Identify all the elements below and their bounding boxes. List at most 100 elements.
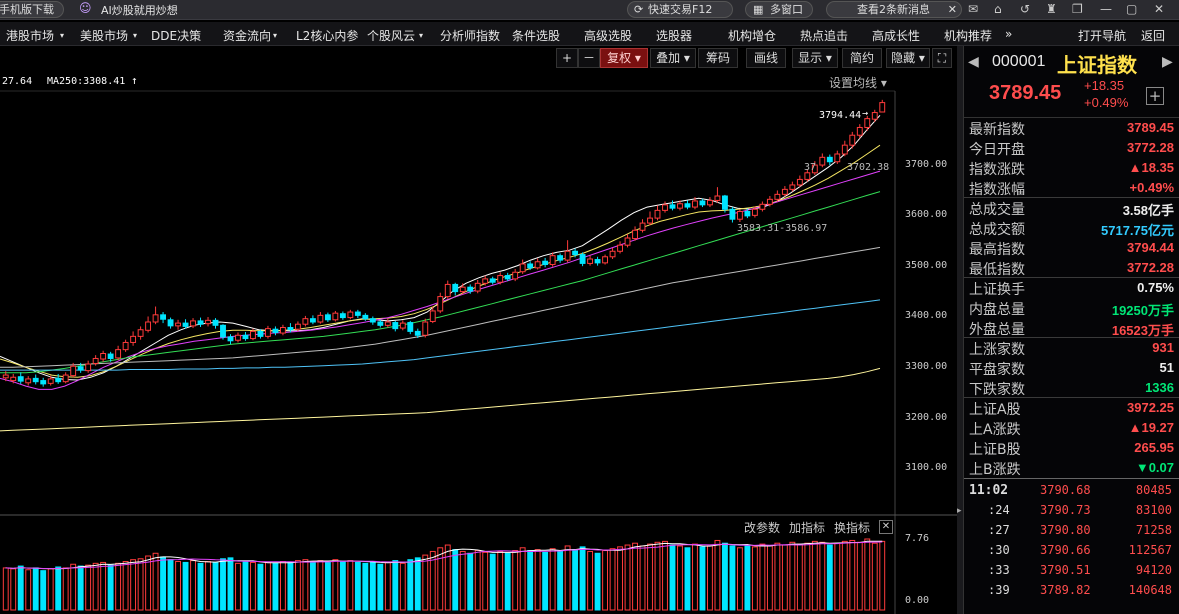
candle-down[interactable] (557, 255, 564, 261)
candle-down[interactable] (182, 322, 189, 327)
menu-open-nav[interactable]: 打开导航 (1078, 27, 1126, 44)
candle-down[interactable] (504, 275, 511, 280)
switch-indicator-button[interactable]: 换指标 (834, 519, 870, 536)
candle-up[interactable] (10, 376, 17, 382)
candle-up[interactable] (85, 363, 92, 372)
candle-down[interactable] (489, 278, 496, 283)
candle-up[interactable] (137, 329, 144, 337)
candle-up[interactable] (47, 378, 54, 384)
candle-down[interactable] (17, 376, 24, 382)
candle-up[interactable] (175, 322, 181, 327)
candle-up[interactable] (2, 374, 9, 379)
candle-up[interactable] (265, 328, 271, 337)
candle-up[interactable] (766, 198, 773, 205)
home-icon[interactable]: ⌂ (994, 2, 1002, 17)
menu-hk-market[interactable]: 港股市场 (6, 27, 54, 44)
candle-up[interactable] (534, 261, 541, 269)
candle-up[interactable] (864, 118, 871, 128)
candle-up[interactable] (152, 314, 159, 323)
menu-inst-recommend[interactable]: 机构推荐 (944, 27, 992, 44)
candle-up[interactable] (647, 217, 653, 224)
candle-down[interactable] (362, 314, 369, 320)
candle-up[interactable] (841, 144, 848, 155)
candle-up[interactable] (130, 335, 137, 343)
candle-down[interactable] (684, 203, 691, 208)
kline-chart-area[interactable]: + － 复权 ▾ 叠加 ▾ 筹码 画线 显示 ▾ 简约 隐藏 ▾ ⛶ 27.64… (0, 46, 957, 614)
candle-up[interactable] (100, 353, 107, 360)
candle-up[interactable] (399, 322, 406, 329)
candle-down[interactable] (287, 327, 294, 331)
candle-up[interactable] (317, 314, 324, 323)
restore-icon[interactable]: ❐ (1072, 2, 1083, 17)
candle-up[interactable] (235, 334, 241, 341)
candle-up[interactable] (834, 153, 841, 163)
candle-down[interactable] (354, 311, 361, 316)
candle-up[interactable] (549, 255, 556, 266)
menu-stock-story[interactable]: 个股风云 (367, 27, 415, 44)
candle-down[interactable] (77, 366, 84, 371)
add-indicator-button[interactable]: 加指标 (789, 519, 825, 536)
candle-down[interactable] (257, 330, 264, 337)
candle-down[interactable] (40, 380, 47, 385)
candle-up[interactable] (879, 102, 886, 113)
candle-up[interactable] (609, 250, 616, 258)
candle-down[interactable] (467, 286, 474, 292)
multi-window-button[interactable]: ▦ 多窗口 (745, 1, 813, 18)
menu-back[interactable]: 返回 (1141, 27, 1165, 44)
candle-up[interactable] (25, 378, 32, 384)
candle-down[interactable] (414, 330, 421, 336)
candle-up[interactable] (617, 244, 623, 252)
menu-high-growth[interactable]: 高成长性 (872, 27, 920, 44)
candle-up[interactable] (871, 112, 878, 120)
menu-analyst-index[interactable]: 分析师指数 (440, 27, 500, 44)
news-button[interactable]: 查看2条新消息 ✕ (826, 1, 962, 18)
candle-down[interactable] (339, 313, 346, 319)
close-subchart-icon[interactable]: ✕ (879, 520, 893, 534)
menu-condition-select[interactable]: 条件选股 (512, 27, 560, 44)
candle-up[interactable] (279, 327, 286, 334)
candle-up[interactable] (70, 365, 77, 377)
candle-up[interactable] (849, 134, 856, 146)
candle-up[interactable] (819, 156, 826, 166)
menu-stock-selector[interactable]: 选股器 (656, 27, 692, 44)
maximize-icon[interactable]: ▢ (1126, 2, 1137, 17)
candle-up[interactable] (437, 296, 444, 312)
candle-up[interactable] (459, 286, 466, 293)
candle-down[interactable] (452, 283, 459, 293)
candle-down[interactable] (392, 322, 399, 330)
candle-up[interactable] (774, 193, 781, 200)
candle-up[interactable] (602, 256, 609, 264)
mobile-download-button[interactable]: 手机版下载 (0, 1, 64, 18)
candle-down[interactable] (579, 254, 586, 264)
candle-up[interactable] (122, 341, 129, 351)
candle-up[interactable] (677, 203, 683, 209)
prev-stock-icon[interactable]: ◀ (968, 54, 979, 70)
candle-down[interactable] (160, 314, 167, 320)
candle-down[interactable] (669, 204, 676, 209)
candle-up[interactable] (62, 374, 69, 383)
candle-down[interactable] (721, 195, 728, 210)
candle-up[interactable] (250, 330, 256, 340)
candle-up[interactable] (482, 278, 489, 284)
candle-down[interactable] (407, 322, 414, 332)
close-news-icon[interactable]: ✕ (948, 2, 957, 17)
candle-up[interactable] (444, 283, 451, 298)
candle-up[interactable] (429, 310, 436, 322)
candle-down[interactable] (572, 250, 579, 256)
candle-down[interactable] (167, 319, 174, 327)
candle-up[interactable] (662, 204, 668, 211)
menu-us-market[interactable]: 美股市场 (80, 27, 128, 44)
candle-down[interactable] (272, 328, 279, 333)
candle-up[interactable] (654, 209, 661, 219)
candle-up[interactable] (332, 312, 339, 321)
candle-up[interactable] (796, 178, 803, 186)
menu-capital-flow[interactable]: 资金流向 (223, 27, 271, 44)
candle-up[interactable] (302, 318, 309, 325)
candle-down[interactable] (227, 336, 234, 342)
next-stock-icon[interactable]: ▶ (1162, 54, 1173, 70)
more-menu-icon[interactable]: » (1005, 27, 1012, 41)
candle-down[interactable] (107, 353, 114, 359)
undo-icon[interactable]: ↺ (1020, 2, 1030, 17)
candle-down[interactable] (369, 318, 376, 323)
candle-up[interactable] (384, 321, 391, 326)
